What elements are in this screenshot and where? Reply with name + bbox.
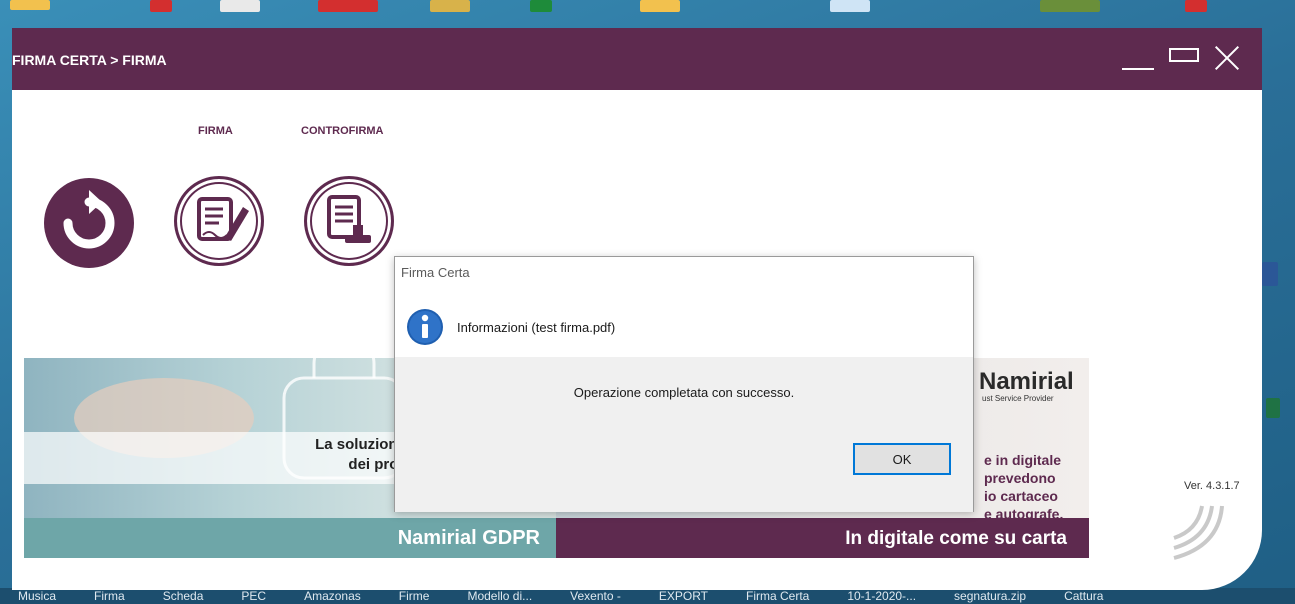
pdf-icon[interactable] — [1185, 0, 1207, 12]
taskbar-item[interactable]: Modello di... — [467, 589, 532, 603]
tab-controfirma[interactable]: CONTROFIRMA — [301, 125, 384, 137]
document-stamp-icon — [327, 195, 371, 243]
namirial-swoosh-icon — [1173, 505, 1224, 560]
refresh-button[interactable] — [44, 178, 134, 268]
taskbar-item[interactable]: segnatura.zip — [954, 589, 1026, 603]
banner-right-line-2: prevedono — [984, 470, 1056, 486]
close-button[interactable] — [1210, 40, 1244, 74]
titlebar[interactable]: FIRMA CERTA > FIRMA — [12, 28, 1262, 90]
taskbar-item[interactable]: Musica — [18, 589, 56, 603]
firma-button[interactable] — [174, 176, 264, 266]
taskbar-item[interactable]: Amazonas — [304, 589, 361, 603]
info-icon — [407, 309, 443, 345]
banner-bar-carta: In digitale come su carta — [556, 518, 1089, 558]
ok-button[interactable]: OK — [853, 443, 951, 475]
banner-right-line-3: io cartaceo — [984, 488, 1058, 504]
controfirma-button[interactable] — [304, 176, 394, 266]
taskbar-item[interactable]: Vexento - — [570, 589, 621, 603]
pdf-icon[interactable] — [150, 0, 172, 12]
refresh-icon — [63, 190, 115, 249]
taskbar-item[interactable]: Firme — [399, 589, 430, 603]
excel-icon[interactable] — [1266, 398, 1280, 418]
taskbar-item[interactable]: Firma Certa — [746, 589, 809, 603]
version-label: Ver. 4.3.1.7 — [1184, 480, 1240, 492]
info-dialog: Firma Certa Informazioni (test firma.pdf… — [394, 256, 974, 512]
dialog-message: Operazione completata con successo. — [573, 385, 795, 400]
namirial-tagline: ust Service Provider — [982, 394, 1054, 403]
taskbar-item[interactable]: 10-1-2020-... — [847, 589, 916, 603]
dialog-body: Operazione completata con successo. OK — [395, 357, 973, 512]
pdf-icon[interactable] — [318, 0, 378, 12]
desktop-icon[interactable] — [10, 0, 50, 10]
dialog-title: Firma Certa — [401, 265, 470, 280]
banner-right-line-1: e in digitale — [984, 452, 1062, 468]
document-pen-icon — [197, 197, 249, 241]
taskbar-item[interactable]: Firma — [94, 589, 125, 603]
desktop-icon[interactable] — [430, 0, 470, 12]
dialog-heading: Informazioni (test firma.pdf) — [457, 320, 616, 335]
banner-bar-gdpr: Namirial GDPR — [24, 518, 556, 558]
tab-firma[interactable]: FIRMA — [198, 125, 233, 137]
word-icon[interactable] — [1262, 262, 1278, 286]
taskbar-item[interactable]: Scheda — [163, 589, 204, 603]
window-title: FIRMA CERTA > FIRMA — [12, 52, 167, 68]
namirial-logo: Namirial — [979, 368, 1074, 395]
taskbar-item[interactable]: Cattura — [1064, 589, 1103, 603]
taskbar-item[interactable]: PEC — [241, 589, 266, 603]
maximize-button[interactable] — [1169, 48, 1199, 62]
desktop-icon[interactable] — [530, 0, 552, 12]
document-icon[interactable] — [220, 0, 260, 12]
chrome-icon[interactable] — [640, 0, 680, 12]
minimize-button[interactable] — [1122, 48, 1154, 70]
desktop-icon[interactable] — [830, 0, 870, 12]
desktop-icon[interactable] — [1040, 0, 1100, 12]
taskbar-item[interactable]: EXPORT — [659, 589, 708, 603]
taskbar: Musica Firma Scheda PEC Amazonas Firme M… — [0, 588, 1295, 604]
